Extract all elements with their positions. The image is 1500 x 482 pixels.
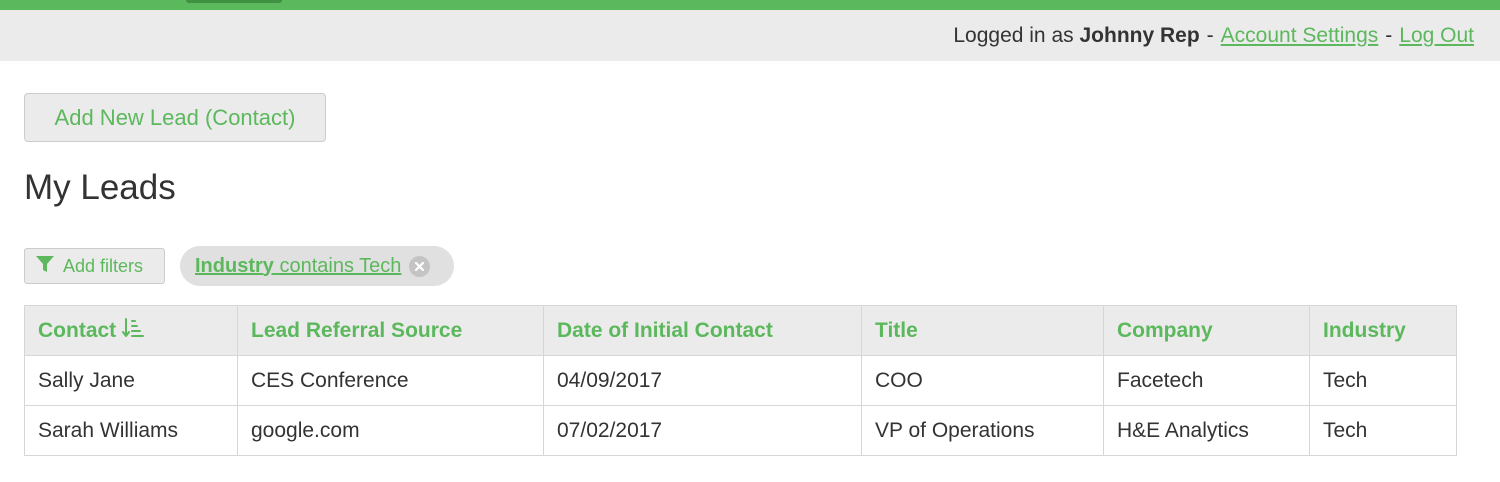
- logged-in-prefix: Logged in as: [953, 23, 1074, 47]
- cell-date-of-initial-contact: 04/09/2017: [543, 355, 862, 406]
- add-filters-label: Add filters: [63, 255, 144, 276]
- close-circle-icon[interactable]: [409, 255, 431, 277]
- filter-operator: contains Tech: [279, 254, 402, 277]
- filter-field: Industry: [195, 254, 274, 277]
- active-filter-chip[interactable]: Industry contains Tech: [180, 246, 454, 286]
- user-name: Johnny Rep: [1079, 23, 1200, 47]
- column-header-company[interactable]: Company: [1103, 305, 1310, 356]
- table-row[interactable]: Sarah Williams google.com 07/02/2017 VP …: [24, 405, 1457, 456]
- filter-chip-text[interactable]: Industry contains Tech: [195, 255, 401, 278]
- cell-industry: Tech: [1309, 405, 1457, 456]
- filter-funnel-icon: [35, 254, 55, 279]
- column-header-label: Contact: [38, 318, 117, 342]
- add-new-lead-button[interactable]: Add New Lead (Contact): [24, 93, 326, 142]
- page-title: My Leads: [24, 168, 176, 207]
- cell-title: COO: [861, 355, 1104, 406]
- cell-company: Facetech: [1103, 355, 1310, 406]
- sort-ascending-icon[interactable]: [122, 317, 145, 345]
- cell-contact: Sarah Williams: [24, 405, 238, 456]
- column-header-lead-referral-source[interactable]: Lead Referral Source: [237, 305, 544, 356]
- cell-contact: Sally Jane: [24, 355, 238, 406]
- account-settings-link[interactable]: Account Settings: [1221, 24, 1379, 48]
- cell-company: H&E Analytics: [1103, 405, 1310, 456]
- user-bar: Logged in as Johnny Rep - Account Settin…: [0, 10, 1500, 61]
- separator: -: [1206, 23, 1214, 47]
- add-filters-button[interactable]: Add filters: [24, 248, 165, 284]
- table-header-row: Contact Lead Referral Source Date of Ini…: [24, 305, 1457, 356]
- top-nav-tab[interactable]: [186, 0, 282, 3]
- cell-title: VP of Operations: [861, 405, 1104, 456]
- cell-date-of-initial-contact: 07/02/2017: [543, 405, 862, 456]
- cell-lead-referral-source: google.com: [237, 405, 544, 456]
- log-out-link[interactable]: Log Out: [1399, 24, 1474, 48]
- separator: -: [1385, 23, 1393, 47]
- table-row[interactable]: Sally Jane CES Conference 04/09/2017 COO…: [24, 355, 1457, 406]
- column-header-title[interactable]: Title: [861, 305, 1104, 356]
- user-bar-content: Logged in as Johnny Rep - Account Settin…: [953, 10, 1474, 61]
- column-header-industry[interactable]: Industry: [1309, 305, 1457, 356]
- column-header-date-of-initial-contact[interactable]: Date of Initial Contact: [543, 305, 862, 356]
- cell-lead-referral-source: CES Conference: [237, 355, 544, 406]
- leads-table: Contact Lead Referral Source Date of Ini…: [24, 305, 1457, 456]
- top-accent-bar: [0, 0, 1500, 10]
- cell-industry: Tech: [1309, 355, 1457, 406]
- column-header-contact[interactable]: Contact: [24, 305, 238, 356]
